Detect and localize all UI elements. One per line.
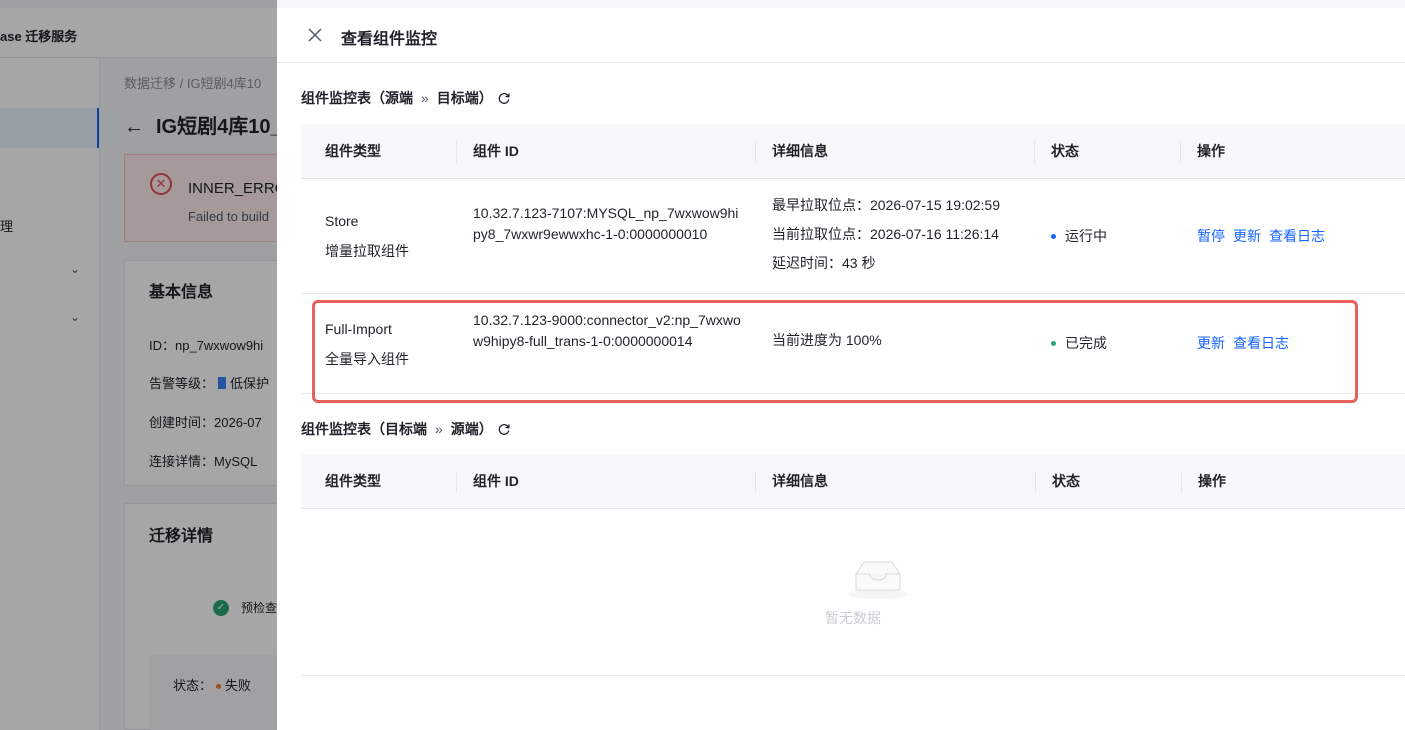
view-log-link[interactable]: 查看日志 (1233, 335, 1289, 351)
status-running-dot (1051, 233, 1056, 239)
component-monitor-drawer: 查看组件监控 组件监控表（源端 » 目标端） 组件类型 组件 ID 详细信息 状… (277, 8, 1405, 730)
drawer-title: 查看组件监控 (341, 31, 438, 48)
earliest-pull-position: 最早拉取位点：2026-07-15 19:02:59 (772, 197, 1000, 213)
column-header: 组件 ID (473, 473, 519, 489)
column-header: 操作 (1197, 143, 1225, 159)
column-header: 组件类型 (325, 473, 381, 489)
status-text: 运行中 (1065, 228, 1107, 244)
component-id-cell: 10.32.7.123-9000:connector_v2:np_7wxwow9… (473, 312, 741, 349)
double-arrow-icon: » (435, 421, 443, 437)
pause-link[interactable]: 暂停 (1197, 228, 1225, 244)
column-header: 详细信息 (772, 473, 828, 489)
status-text: 已完成 (1065, 335, 1107, 351)
column-header: 组件 ID (473, 143, 519, 159)
update-link[interactable]: 更新 (1233, 228, 1261, 244)
actions-cell: 暂停 更新 查看日志 (1197, 225, 1333, 247)
section-title-prefix: 组件监控表（源端 (301, 90, 413, 106)
section-title-suffix: 源端） (450, 421, 493, 437)
column-header: 详细信息 (772, 143, 828, 159)
column-divider (456, 471, 457, 493)
status-cell: 运行中 (1051, 225, 1107, 247)
actions-cell: 更新 查看日志 (1197, 332, 1297, 354)
refresh-icon[interactable] (497, 422, 511, 436)
column-header: 状态 (1052, 473, 1080, 489)
delay-time: 延迟时间：43 秒 (772, 255, 876, 271)
table-row: Full-Import 全量导入组件 10.32.7.123-9000:conn… (301, 294, 1405, 394)
column-divider (1180, 141, 1181, 163)
empty-inbox-icon (848, 561, 908, 599)
close-icon[interactable] (305, 25, 325, 45)
current-pull-position: 当前拉取位点：2026-07-16 11:26:14 (772, 226, 999, 242)
column-header: 组件类型 (325, 143, 381, 159)
table-header: 组件类型 组件 ID 详细信息 状态 操作 (301, 124, 1405, 179)
component-type-desc: 全量导入组件 (325, 351, 409, 367)
table-header: 组件类型 组件 ID 详细信息 状态 操作 (301, 454, 1405, 509)
column-divider (1035, 471, 1036, 493)
monitor-table-source-to-target: 组件类型 组件 ID 详细信息 状态 操作 Store 增量拉取组件 10.32… (301, 124, 1405, 394)
section-title-prefix: 组件监控表（目标端 (301, 421, 427, 437)
double-arrow-icon: » (421, 90, 429, 106)
component-type-name: Store (325, 213, 359, 229)
column-divider (755, 141, 756, 163)
column-divider (755, 471, 756, 493)
status-cell: 已完成 (1051, 332, 1107, 354)
monitor-table-target-to-source: 组件类型 组件 ID 详细信息 状态 操作 (301, 454, 1405, 509)
component-id-cell: 10.32.7.123-7107:MYSQL_np_7wxwow9hipy8_7… (473, 205, 739, 242)
component-type-cell: Store 增量拉取组件 (325, 206, 409, 266)
status-completed-dot (1051, 340, 1056, 346)
view-log-link[interactable]: 查看日志 (1269, 228, 1325, 244)
detail-info-cell: 当前进度为 100% (772, 329, 882, 351)
table-row: Store 增量拉取组件 10.32.7.123-7107:MYSQL_np_7… (301, 179, 1405, 294)
section-title-source-to-target: 组件监控表（源端 » 目标端） (301, 88, 511, 108)
section-title-suffix: 目标端） (436, 90, 493, 106)
column-header: 操作 (1198, 473, 1226, 489)
column-header: 状态 (1051, 143, 1079, 159)
progress-text: 当前进度为 100% (772, 332, 882, 348)
column-divider (1181, 471, 1182, 493)
detail-info-cell: 最早拉取位点：2026-07-15 19:02:59 当前拉取位点：2026-0… (772, 191, 1000, 278)
component-type-cell: Full-Import 全量导入组件 (325, 314, 409, 374)
update-link[interactable]: 更新 (1197, 335, 1225, 351)
empty-text: 暂无数据 (825, 610, 881, 626)
component-type-name: Full-Import (325, 321, 392, 337)
column-divider (456, 141, 457, 163)
column-divider (1034, 141, 1035, 163)
component-type-desc: 增量拉取组件 (325, 243, 409, 259)
drawer-header: 查看组件监控 (277, 8, 1405, 63)
section-title-target-to-source: 组件监控表（目标端 » 源端） (301, 419, 511, 439)
modal-mask[interactable] (0, 0, 277, 730)
empty-state: 暂无数据 (301, 508, 1405, 676)
refresh-icon[interactable] (497, 91, 511, 105)
